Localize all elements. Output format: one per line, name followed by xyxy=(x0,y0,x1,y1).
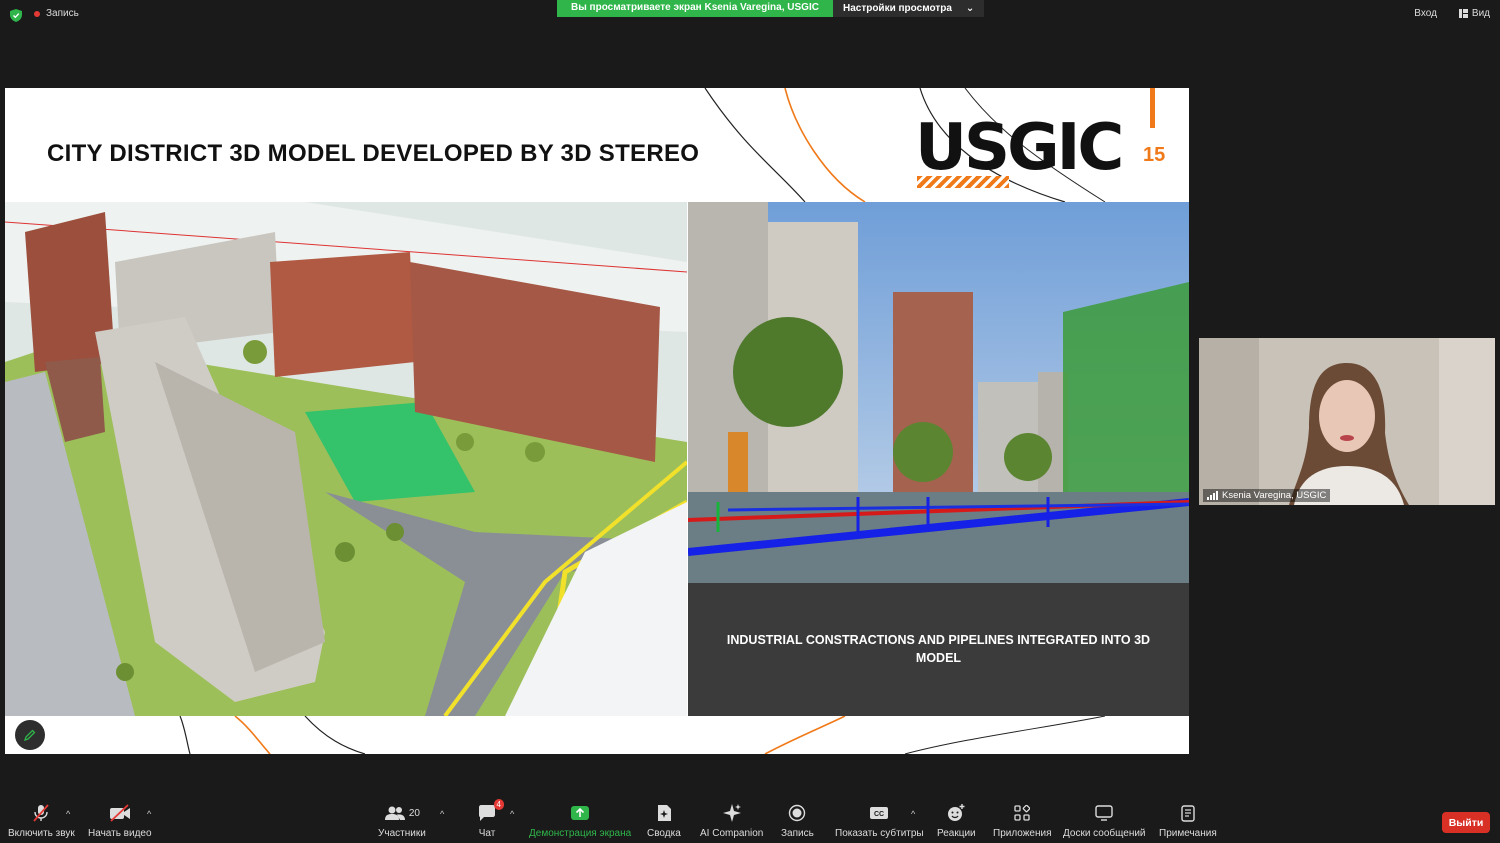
reactions-button[interactable]: Реакции xyxy=(937,803,976,839)
chat-button[interactable]: 4 Чат xyxy=(478,799,504,839)
view-options-label: Настройки просмотра xyxy=(842,3,952,14)
city-model-image xyxy=(5,202,687,716)
record-button[interactable]: Запись xyxy=(781,803,814,839)
apps-label: Приложения xyxy=(993,828,1052,839)
top-bar: Запись Вы просматриваете экран Ksenia Va… xyxy=(0,0,1500,30)
captions-label: Показать субтитры xyxy=(835,828,924,839)
share-banner-text: Вы просматриваете экран Ksenia Varegina,… xyxy=(557,0,833,17)
reactions-label: Реакции xyxy=(937,828,976,839)
participant-video[interactable]: Ksenia Varegina, USGIC xyxy=(1199,338,1495,505)
notes-label: Примечания xyxy=(1159,828,1217,839)
recording-indicator[interactable]: Запись xyxy=(34,8,79,19)
start-video-label: Начать видео xyxy=(88,828,152,839)
logo-text: USGIC xyxy=(915,111,1124,185)
video-options-caret-icon[interactable]: ^ xyxy=(147,809,151,819)
participants-button[interactable]: 20 Участники xyxy=(378,803,426,839)
ai-companion-button[interactable]: AI Companion xyxy=(700,803,763,839)
caption-box: INDUSTRIAL CONSTRACTIONS AND PIPELINES I… xyxy=(688,583,1189,716)
view-button[interactable]: Вид xyxy=(1458,8,1490,19)
chat-options-caret-icon[interactable]: ^ xyxy=(510,809,514,819)
unmute-label: Включить звук xyxy=(8,828,75,839)
view-options-button[interactable]: Настройки просмотра ⌄ xyxy=(832,0,985,17)
svg-text:CC: CC xyxy=(874,811,884,818)
participants-count: 20 xyxy=(408,807,420,819)
participant-video-feed xyxy=(1199,338,1495,505)
participant-name-label: Ksenia Varegina, USGIC xyxy=(1203,489,1331,502)
apps-icon xyxy=(1014,805,1031,821)
annotate-button[interactable] xyxy=(15,720,45,750)
notes-icon xyxy=(1181,804,1195,822)
smiley-icon xyxy=(948,804,965,821)
camera-off-icon xyxy=(109,804,130,822)
grid-view-icon xyxy=(1458,9,1468,18)
whiteboards-label: Доски сообщений xyxy=(1063,828,1146,839)
participant-name: Ksenia Varegina, USGIC xyxy=(1222,490,1327,501)
start-video-button[interactable]: Начать видео xyxy=(88,803,152,839)
recording-dot-icon xyxy=(34,10,40,17)
pipeline-model-image xyxy=(688,202,1189,583)
slide-caption: INDUSTRIAL CONSTRACTIONS AND PIPELINES I… xyxy=(726,633,1151,665)
participants-label: Участники xyxy=(378,828,426,839)
slide-title: CITY DISTRICT 3D MODEL DEVELOPED BY 3D S… xyxy=(47,140,700,167)
notes-button[interactable]: Примечания xyxy=(1159,803,1217,839)
mic-muted-icon xyxy=(33,804,50,822)
share-banner: Вы просматриваете экран Ksenia Varegina,… xyxy=(557,0,985,17)
participants-icon xyxy=(384,806,405,820)
chat-unread-badge: 4 xyxy=(493,799,504,810)
whiteboard-icon xyxy=(1095,805,1113,821)
share-screen-button[interactable]: Демонстрация экрана xyxy=(529,803,631,839)
record-icon xyxy=(789,804,806,822)
whiteboards-button[interactable]: Доски сообщений xyxy=(1063,803,1146,839)
captions-options-caret-icon[interactable]: ^ xyxy=(911,809,915,819)
share-screen-label: Демонстрация экрана xyxy=(529,828,632,839)
participants-options-caret-icon[interactable]: ^ xyxy=(440,809,444,819)
summary-label: Сводка xyxy=(647,828,681,839)
leave-button[interactable]: Выйти xyxy=(1442,812,1490,833)
logo-number: 15 xyxy=(1143,144,1166,166)
sparkle-icon xyxy=(722,804,741,822)
share-screen-icon xyxy=(571,806,590,820)
signin-button[interactable]: Вход xyxy=(1414,8,1437,19)
recording-label: Запись xyxy=(46,8,79,19)
pencil-icon xyxy=(24,729,36,741)
apps-button[interactable]: Приложения xyxy=(993,803,1052,839)
summary-button[interactable]: Сводка xyxy=(647,803,681,839)
summary-icon xyxy=(657,805,671,821)
chat-label: Чат xyxy=(478,828,496,839)
audio-options-caret-icon[interactable]: ^ xyxy=(66,809,70,819)
record-label: Запись xyxy=(781,828,814,839)
signal-strength-icon xyxy=(1207,491,1218,500)
chevron-down-icon: ⌄ xyxy=(965,3,975,14)
unmute-button[interactable]: Включить звук xyxy=(8,803,75,839)
usgic-logo: USGIC 15 xyxy=(915,116,1175,196)
chat-icon xyxy=(479,804,495,821)
shared-slide: CITY DISTRICT 3D MODEL DEVELOPED BY 3D S… xyxy=(5,88,1189,754)
view-label: Вид xyxy=(1471,8,1490,19)
shield-icon[interactable] xyxy=(10,9,22,22)
ai-companion-label: AI Companion xyxy=(700,828,764,839)
logo-stripes xyxy=(917,176,1009,188)
meeting-toolbar: Включить звук ^ Начать видео ^ 20 Участн… xyxy=(0,795,1500,843)
cc-icon: CC xyxy=(870,807,889,819)
